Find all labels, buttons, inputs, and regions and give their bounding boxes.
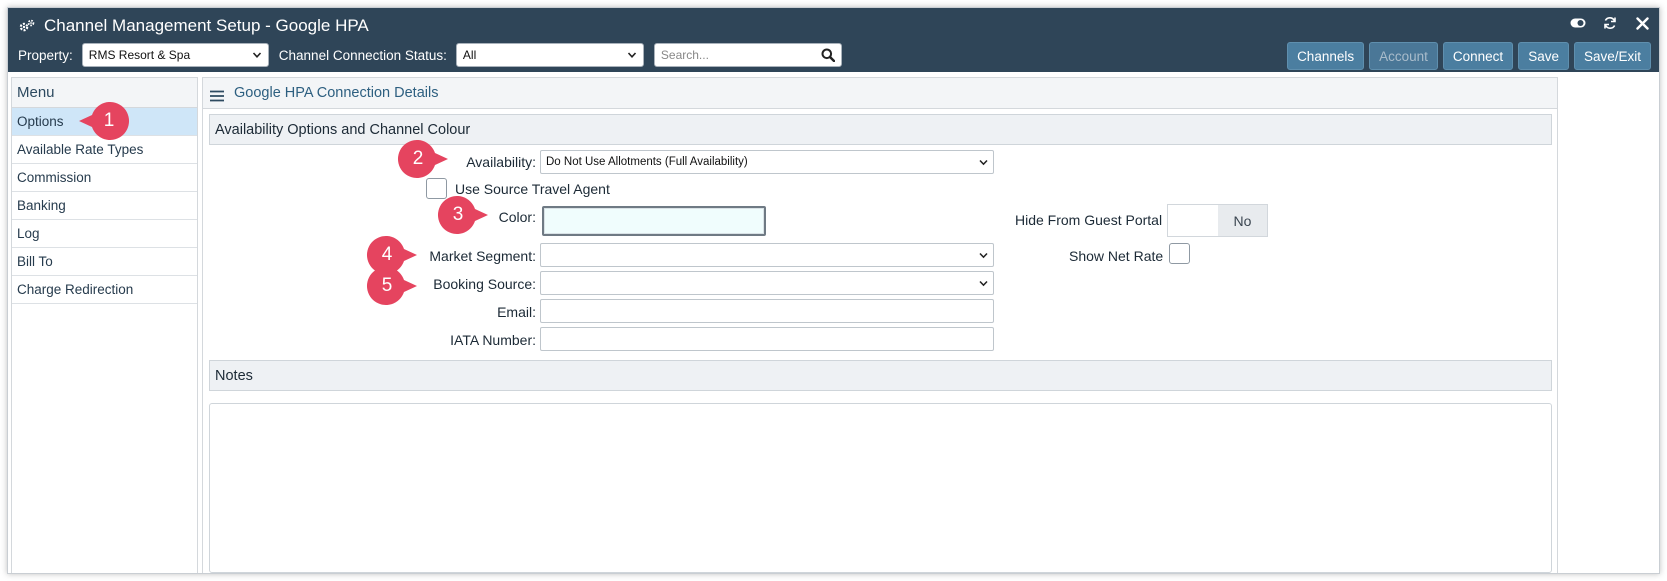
callout-marker-1: 1 xyxy=(78,102,140,140)
chevron-down-icon xyxy=(979,280,988,287)
sidebar-item-label: Available Rate Types xyxy=(17,142,144,157)
title-bar: Channel Management Setup - Google HPA Pr… xyxy=(8,8,1659,72)
search-placeholder: Search... xyxy=(660,48,709,62)
toggle-off-segment xyxy=(1168,205,1218,236)
booking-source-select[interactable] xyxy=(540,271,994,295)
chevron-down-icon xyxy=(627,52,636,58)
channel-status-select[interactable]: All xyxy=(455,43,644,67)
save-button[interactable]: Save xyxy=(1518,42,1569,70)
property-label: Property: xyxy=(18,47,73,63)
sidebar-item-label: Bill To xyxy=(17,254,53,269)
channel-status-label: Channel Connection Status: xyxy=(278,47,447,63)
toggle-icon[interactable] xyxy=(1569,14,1587,32)
sidebar-item-commission[interactable]: Commission xyxy=(12,164,197,192)
save-exit-button[interactable]: Save/Exit xyxy=(1573,42,1651,70)
availability-select[interactable]: Do Not Use Allotments (Full Availability… xyxy=(540,150,994,174)
callout-marker-3: 3 xyxy=(427,196,489,234)
channel-status-value: All xyxy=(462,48,477,62)
color-label: Color: xyxy=(498,209,536,225)
connect-button[interactable]: Connect xyxy=(1442,42,1514,70)
hamburger-icon[interactable] xyxy=(210,90,224,102)
sidebar-item-label: Options xyxy=(17,114,64,129)
callout-number: 2 xyxy=(412,148,424,169)
sidebar-item-label: Log xyxy=(17,226,40,241)
sidebar-item-log[interactable]: Log xyxy=(12,220,197,248)
sidebar-item-banking[interactable]: Banking xyxy=(12,192,197,220)
panel-header: Google HPA Connection Details xyxy=(203,78,1557,109)
email-field[interactable] xyxy=(540,299,994,323)
gears-icon xyxy=(19,19,35,32)
show-net-rate-checkbox[interactable] xyxy=(1169,243,1190,264)
sidebar-menu: Menu Options Available Rate Types Commis… xyxy=(11,77,198,573)
iata-number-label: IATA Number: xyxy=(450,332,536,348)
toolbar: Property: RMS Resort & Spa Channel Conne… xyxy=(18,42,1651,70)
callout-number: 5 xyxy=(381,275,393,296)
availability-label: Availability: xyxy=(466,154,536,170)
callout-number: 1 xyxy=(103,110,115,131)
window-title: Channel Management Setup - Google HPA xyxy=(18,13,369,39)
notes-section-header: Notes xyxy=(209,360,1552,391)
iata-number-field[interactable] xyxy=(540,327,994,351)
sidebar-item-charge-redirection[interactable]: Charge Redirection xyxy=(12,276,197,304)
market-segment-select[interactable] xyxy=(540,243,994,267)
booking-source-label: Booking Source: xyxy=(433,276,536,292)
callout-marker-2: 2 xyxy=(387,140,449,178)
search-input[interactable]: Search... xyxy=(653,43,842,67)
window-controls xyxy=(1569,14,1651,32)
channel-management-window: Channel Management Setup - Google HPA Pr… xyxy=(7,7,1660,574)
sidebar-item-available-rate-types[interactable]: Available Rate Types xyxy=(12,136,197,164)
refresh-icon[interactable] xyxy=(1601,14,1619,32)
action-buttons: Channels Account Connect Save Save/Exit xyxy=(1287,42,1651,70)
sidebar-item-label: Charge Redirection xyxy=(17,282,134,297)
chevron-down-icon xyxy=(979,159,988,166)
account-button[interactable]: Account xyxy=(1369,42,1438,70)
close-icon[interactable] xyxy=(1633,14,1651,32)
sidebar-item-bill-to[interactable]: Bill To xyxy=(12,248,197,276)
property-select[interactable]: RMS Resort & Spa xyxy=(81,43,269,67)
chevron-down-icon xyxy=(252,52,261,58)
availability-value: Do Not Use Allotments (Full Availability… xyxy=(546,156,748,168)
market-segment-label: Market Segment: xyxy=(429,248,536,264)
callout-number: 3 xyxy=(452,204,464,225)
use-source-travel-agent-label: Use Source Travel Agent xyxy=(455,181,610,197)
sidebar-item-label: Commission xyxy=(17,170,92,185)
channels-button[interactable]: Channels xyxy=(1287,42,1365,70)
search-icon[interactable] xyxy=(821,48,835,62)
hide-from-guest-portal-toggle[interactable]: No xyxy=(1167,204,1268,237)
chevron-down-icon xyxy=(979,252,988,259)
sidebar-item-label: Banking xyxy=(17,198,66,213)
panel-title: Google HPA Connection Details xyxy=(234,85,439,101)
notes-textarea[interactable] xyxy=(209,403,1552,573)
window-title-text: Channel Management Setup - Google HPA xyxy=(44,16,369,35)
toggle-value: No xyxy=(1218,205,1267,236)
property-select-value: RMS Resort & Spa xyxy=(88,48,191,62)
color-picker-field[interactable] xyxy=(542,206,766,236)
email-label: Email: xyxy=(497,304,536,320)
hide-from-guest-portal-label: Hide From Guest Portal xyxy=(1015,212,1163,228)
show-net-rate-label: Show Net Rate xyxy=(1069,248,1164,264)
callout-marker-5: 5 xyxy=(356,267,418,305)
